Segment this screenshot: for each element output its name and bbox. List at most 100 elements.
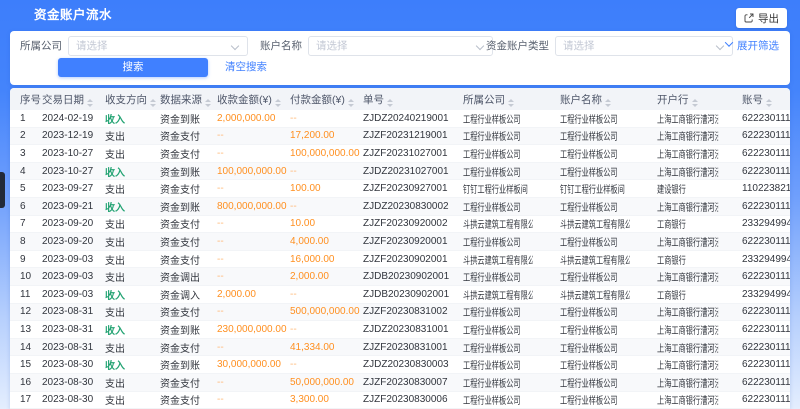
table-row: 172023-08-30支出资金支付--3,300.00ZJZF20230830…	[10, 392, 790, 409]
cell-company: 工程行业样板公司	[463, 111, 533, 126]
cell-index: 16	[20, 377, 42, 388]
export-icon	[744, 13, 754, 23]
clear-search-button[interactable]: 清空搜索	[225, 58, 267, 77]
cell-payment: --	[290, 289, 363, 300]
cell-bank: 上海工商银行漕河泾支行	[657, 322, 718, 337]
cell-index: 3	[20, 148, 42, 159]
cell-company: 工程行业样板公司	[463, 146, 533, 161]
cell-date: 2023-09-03	[42, 254, 105, 265]
account-name-filter-label: 账户名称	[202, 36, 302, 56]
column-header-direction[interactable]: 收支方向	[105, 92, 160, 107]
cell-company: 工程行业样板公司	[463, 128, 533, 143]
cell-payment: 100.00	[290, 183, 363, 194]
table-row: 102023-09-03支出资金调出--2,000.00ZJDB20230902…	[10, 268, 790, 286]
cell-receipt: 2,000.00	[217, 289, 290, 300]
chevron-down-icon	[725, 38, 733, 46]
cell-index: 4	[20, 166, 42, 177]
cell-order_no: ZJZF20230920002	[363, 218, 463, 229]
sidebar-collapse-handle[interactable]	[0, 172, 5, 208]
cell-source: 资金支付	[160, 146, 217, 161]
cell-receipt: 30,000,000.00	[217, 359, 290, 370]
column-header-company[interactable]: 所属公司	[463, 92, 560, 107]
cell-source: 资金调出	[160, 269, 217, 284]
cell-account_no: 622230111	[742, 377, 790, 388]
cell-payment: 16,000.00	[290, 254, 363, 265]
cell-receipt: --	[217, 306, 290, 317]
column-header-order_no[interactable]: 单号	[363, 92, 463, 107]
cell-index: 7	[20, 218, 42, 229]
account-name-select-placeholder: 请选择	[316, 37, 348, 55]
cell-account_name: 工程行业样板公司	[560, 111, 630, 126]
cell-account_name: 钉钉工程行业样板间	[560, 181, 630, 196]
cell-date: 2023-09-03	[42, 289, 105, 300]
cell-receipt: --	[217, 148, 290, 159]
cell-payment: --	[290, 201, 363, 212]
cell-source: 资金支付	[160, 252, 217, 267]
company-filter-label: 所属公司	[10, 36, 62, 56]
cell-bank: 工商银行	[657, 252, 718, 267]
cell-account_no: 622230111	[742, 236, 790, 247]
cell-source: 资金支付	[160, 304, 217, 319]
account-type-select[interactable]: 请选择	[555, 36, 733, 56]
cell-source: 资金支付	[160, 340, 217, 355]
cell-company: 工程行业样板公司	[463, 234, 533, 249]
cell-receipt: 2,000,000.00	[217, 113, 290, 124]
cell-order_no: ZJZF20230830006	[363, 394, 463, 405]
cell-company: 工程行业样板公司	[463, 164, 533, 179]
column-header-account_name[interactable]: 账户名称	[560, 92, 657, 107]
sort-icon	[150, 99, 156, 107]
cell-order_no: ZJZF20230830007	[363, 377, 463, 388]
cell-index: 10	[20, 271, 42, 282]
cell-index: 5	[20, 183, 42, 194]
cell-order_no: ZJDB20230902001	[363, 271, 463, 282]
cell-account_no: 622230111	[742, 342, 790, 353]
cell-direction: 支出	[105, 252, 160, 267]
cell-account_no: 622230111	[742, 166, 790, 177]
column-header-date[interactable]: 交易日期	[42, 92, 105, 107]
cell-index: 1	[20, 113, 42, 124]
column-header-bank[interactable]: 开户行	[657, 92, 742, 107]
cell-account_no: 622230111	[742, 130, 790, 141]
cell-bank: 工商银行	[657, 287, 718, 302]
table-body: 12024-02-19收入资金到账2,000,000.00--ZJDZ20240…	[10, 110, 790, 409]
cell-order_no: ZJZF20230831001	[363, 342, 463, 353]
sort-icon	[508, 99, 514, 107]
column-header-source[interactable]: 数据来源	[160, 92, 217, 107]
column-header-receipt[interactable]: 收款金额(¥)	[217, 92, 290, 107]
cell-bank: 上海工商银行漕河泾支行	[657, 164, 718, 179]
cell-company: 钉钉工程行业样板间	[463, 181, 533, 196]
cell-payment: 4,000.00	[290, 236, 363, 247]
cell-account_no: 622230111	[742, 271, 790, 282]
expand-filters-link[interactable]: 展开筛选	[726, 36, 779, 56]
column-header-payment[interactable]: 付款金额(¥)	[290, 92, 363, 107]
cell-account_name: 斗拱云建筑工程有限公司	[560, 252, 630, 267]
table-header-row: 序号交易日期收支方向数据来源收款金额(¥)付款金额(¥)单号所属公司账户名称开户…	[10, 88, 790, 110]
cell-company: 斗拱云建筑工程有限公司	[463, 216, 533, 231]
table-row: 72023-09-20支出资金支付--10.00ZJZF20230920002斗…	[10, 216, 790, 234]
search-button[interactable]: 搜索	[58, 58, 208, 77]
cell-bank: 上海工商银行漕河泾支行	[657, 111, 718, 126]
cell-receipt: --	[217, 342, 290, 353]
cell-account_name: 工程行业样板公司	[560, 322, 630, 337]
cell-company: 工程行业样板公司	[463, 304, 533, 319]
sort-icon	[205, 99, 211, 107]
cell-index: 12	[20, 306, 42, 317]
sort-icon	[766, 99, 772, 107]
cell-receipt: --	[217, 236, 290, 247]
cell-payment: 41,334.00	[290, 342, 363, 353]
cell-direction: 收入	[105, 164, 160, 179]
cell-source: 资金到账	[160, 111, 217, 126]
cell-direction: 收入	[105, 199, 160, 214]
cell-receipt: 230,000,000.00	[217, 324, 290, 335]
export-button[interactable]: 导出	[736, 8, 787, 28]
cell-bank: 工商银行	[657, 216, 718, 231]
cell-receipt: --	[217, 394, 290, 405]
cell-payment: 3,300.00	[290, 394, 363, 405]
cell-direction: 收入	[105, 322, 160, 337]
cell-receipt: --	[217, 254, 290, 265]
cell-index: 2	[20, 130, 42, 141]
cell-account_no: 233294994	[742, 254, 790, 265]
column-header-account_no[interactable]: 账号	[742, 92, 790, 107]
cell-order_no: ZJDZ20230831001	[363, 324, 463, 335]
cell-account_name: 工程行业样板公司	[560, 269, 630, 284]
